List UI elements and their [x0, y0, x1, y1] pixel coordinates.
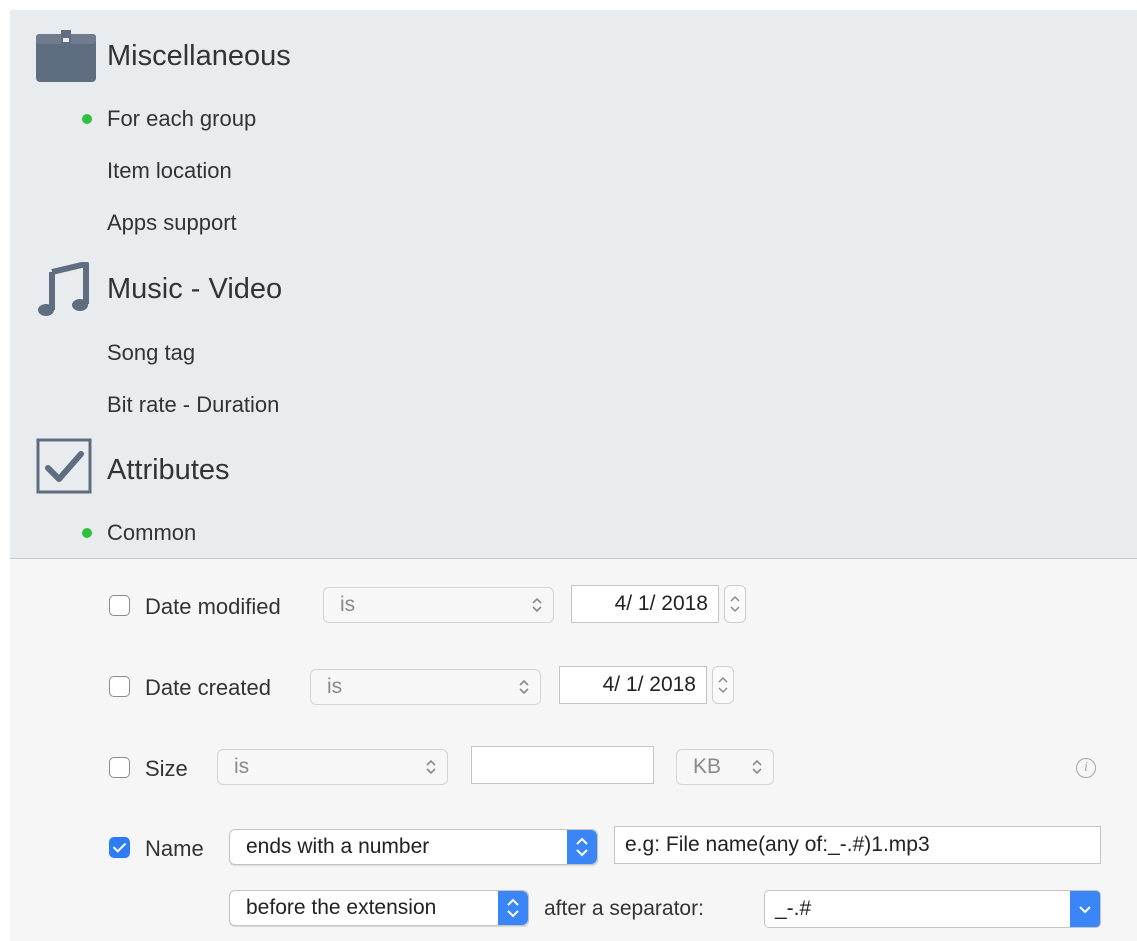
date-created-date-field[interactable]: 4/ 1/ 2018	[559, 666, 707, 704]
name-operator-value: ends with a number	[246, 835, 430, 858]
chevron-updown-icon	[507, 898, 519, 918]
sidebar-item-for-each-group[interactable]: For each group	[107, 106, 256, 132]
chevron-updown-icon	[752, 759, 762, 775]
sidebar-item-song-tag[interactable]: Song tag	[107, 340, 195, 366]
separator-dropdown-button[interactable]	[1070, 891, 1100, 927]
size-unit-value: KB	[693, 755, 722, 778]
sidebar-item-common[interactable]: Common	[107, 520, 196, 546]
category-panel: Miscellaneous For each group Item locati…	[10, 10, 1137, 559]
date-modified-label: Date modified	[145, 594, 281, 619]
name-value-field[interactable]: e.g: File name(any of:_-.#)1.mp3	[614, 826, 1101, 864]
separator-label: after a separator:	[544, 897, 704, 920]
chevron-down-icon	[1079, 906, 1091, 914]
date-modified-checkbox[interactable]	[109, 595, 130, 616]
filters-panel: Date modified is 4/ 1/ 2018 Date created…	[10, 559, 1137, 941]
date-modified-operator-select[interactable]: is	[323, 587, 554, 623]
stepper-arrows-icon	[718, 676, 728, 694]
name-operator-select[interactable]: ends with a number	[229, 829, 598, 865]
category-title-music-video[interactable]: Music - Video	[107, 273, 282, 306]
date-modified-date-value: 4/ 1/ 2018	[614, 592, 708, 615]
sidebar-item-bit-rate-duration[interactable]: Bit rate - Duration	[107, 392, 279, 418]
category-title-miscellaneous[interactable]: Miscellaneous	[107, 40, 291, 73]
name-value: e.g: File name(any of:_-.#)1.mp3	[625, 833, 930, 856]
date-modified-operator-value: is	[340, 593, 356, 616]
chevron-updown-icon	[519, 679, 529, 695]
size-checkbox[interactable]	[109, 757, 130, 778]
size-operator-select[interactable]: is	[217, 749, 448, 785]
date-created-operator-select[interactable]: is	[310, 669, 541, 705]
select-arrows-button	[567, 830, 597, 864]
music-note-icon	[38, 261, 90, 318]
date-created-checkbox[interactable]	[109, 676, 130, 697]
separator-value: _-.#	[775, 897, 812, 920]
name-label: Name	[145, 836, 204, 861]
date-created-date-value: 4/ 1/ 2018	[602, 673, 696, 696]
name-position-value: before the extension	[246, 896, 437, 919]
date-created-label: Date created	[145, 675, 271, 700]
name-checkbox[interactable]	[109, 837, 130, 858]
name-position-select[interactable]: before the extension	[229, 890, 529, 926]
category-title-attributes[interactable]: Attributes	[107, 454, 230, 487]
sidebar-item-apps-support[interactable]: Apps support	[107, 210, 237, 236]
chevron-updown-icon	[576, 837, 588, 857]
date-created-operator-value: is	[327, 675, 343, 698]
date-modified-stepper[interactable]	[724, 585, 746, 623]
select-arrows-button	[498, 891, 528, 925]
date-modified-date-field[interactable]: 4/ 1/ 2018	[571, 585, 719, 623]
info-icon[interactable]: i	[1076, 758, 1096, 778]
box-icon	[36, 30, 96, 82]
active-indicator-dot	[82, 528, 92, 538]
stepper-arrows-icon	[730, 595, 740, 613]
chevron-updown-icon	[532, 597, 542, 613]
chevron-updown-icon	[426, 759, 436, 775]
size-value-field[interactable]	[471, 746, 654, 784]
size-unit-select[interactable]: KB	[676, 749, 774, 785]
date-created-stepper[interactable]	[712, 666, 734, 704]
checkmark-box-icon	[36, 438, 92, 494]
size-operator-value: is	[234, 755, 250, 778]
sidebar-item-item-location[interactable]: Item location	[107, 158, 232, 184]
separator-combo-field[interactable]: _-.#	[764, 890, 1101, 928]
size-label: Size	[145, 756, 188, 781]
active-indicator-dot	[82, 114, 92, 124]
